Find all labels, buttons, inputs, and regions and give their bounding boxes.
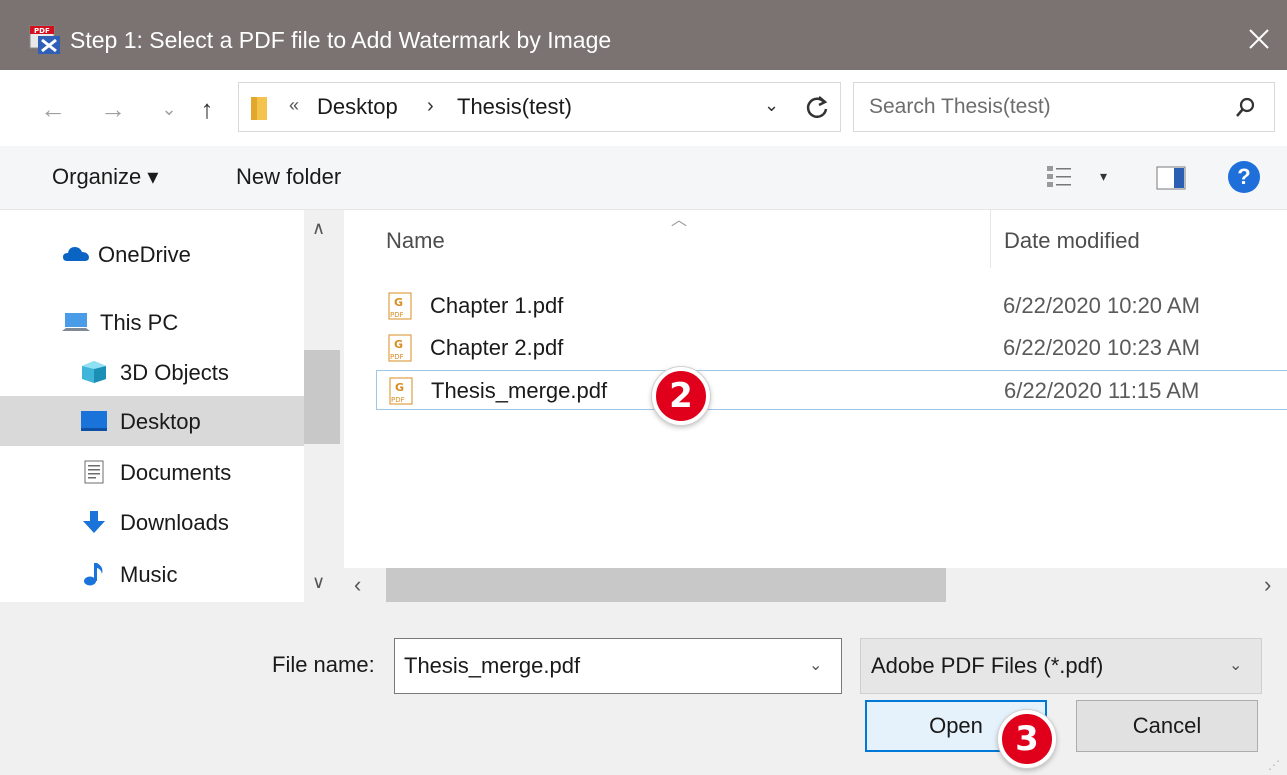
music-note-icon <box>84 563 103 586</box>
file-name: Chapter 1.pdf <box>430 293 564 318</box>
file-row[interactable]: G PDF Chapter 1.pdf 6/22/2020 10:20 AM <box>376 286 1287 326</box>
back-arrow-icon[interactable]: ← <box>38 94 68 124</box>
svg-text:PDF: PDF <box>391 396 405 404</box>
help-icon[interactable]: ? <box>1228 161 1260 193</box>
breadcrumb-desktop[interactable]: Desktop <box>317 94 398 120</box>
nav-item-label: 3D Objects <box>120 360 229 385</box>
scroll-down-icon[interactable]: ∨ <box>312 572 325 593</box>
view-dropdown-icon[interactable]: ▾ <box>1100 168 1107 185</box>
file-name: Chapter 2.pdf <box>430 335 564 360</box>
resize-grip-icon[interactable]: ⋰ <box>1268 758 1280 772</box>
scroll-right-icon[interactable]: › <box>1264 572 1271 598</box>
sort-ascending-icon: ︿ <box>671 212 688 229</box>
dialog-footer: File name: ⌄ Adobe PDF Files (*.pdf) ⌄ O… <box>0 602 1287 775</box>
scroll-left-icon[interactable]: ‹ <box>354 572 361 598</box>
file-row-selected[interactable]: G PDF Thesis_merge.pdf 6/22/2020 11:15 A… <box>376 370 1287 410</box>
file-type-label: Adobe PDF Files (*.pdf) <box>871 653 1104 678</box>
svg-text:PDF: PDF <box>34 27 50 35</box>
command-toolbar: Organize ▾ New folder ▾ ? <box>0 146 1287 210</box>
up-arrow-icon[interactable]: ↑ <box>192 94 222 124</box>
nav-item-3d-objects[interactable]: 3D Objects <box>0 348 304 396</box>
download-arrow-icon <box>83 511 105 533</box>
file-name-field[interactable]: ⌄ <box>394 638 842 694</box>
nav-item-label: Downloads <box>120 510 229 535</box>
address-bar[interactable]: « Desktop › Thesis(test) ⌄ <box>238 82 841 132</box>
nav-item-onedrive[interactable]: OneDrive <box>0 230 304 278</box>
nav-scrollbar[interactable]: ∧ ∨ <box>304 210 340 602</box>
title-bar: PDF Step 1: Select a PDF file to Add Wat… <box>0 0 1287 70</box>
breadcrumb-separator-icon[interactable]: › <box>427 95 434 118</box>
pdf-file-icon: G PDF <box>388 292 412 320</box>
scrollbar-thumb[interactable] <box>386 568 946 602</box>
search-icon[interactable] <box>1234 95 1258 119</box>
cube-icon <box>82 361 106 383</box>
scroll-up-icon[interactable]: ∧ <box>312 218 325 239</box>
nav-item-downloads[interactable]: Downloads <box>0 498 304 546</box>
step-2-badge: 2 <box>652 367 710 425</box>
new-folder-button[interactable]: New folder <box>236 164 341 190</box>
navigation-pane: OneDrive This PC 3D Objects Desktop Docu… <box>0 210 340 602</box>
nav-item-label: Documents <box>120 460 232 485</box>
organize-button[interactable]: Organize ▾ <box>52 164 158 190</box>
column-header-date-modified[interactable]: Date modified <box>1004 228 1140 254</box>
file-row[interactable]: G PDF Chapter 2.pdf 6/22/2020 10:23 AM <box>376 328 1287 368</box>
preview-pane-icon[interactable] <box>1156 166 1186 190</box>
nav-item-desktop[interactable]: Desktop <box>0 396 304 446</box>
nav-item-label: Music <box>120 562 178 587</box>
column-divider[interactable] <box>990 210 991 268</box>
svg-text:G: G <box>395 381 404 394</box>
file-name-label: File name: <box>272 652 375 677</box>
folder-icon <box>251 97 267 120</box>
close-icon[interactable] <box>1244 24 1274 54</box>
svg-text:G: G <box>394 338 403 351</box>
nav-item-music[interactable]: Music <box>0 550 304 598</box>
view-details-icon[interactable] <box>1046 164 1072 190</box>
cancel-button[interactable]: Cancel <box>1076 700 1258 752</box>
file-list: ︿ Name Date modified G PDF Chapter 1.pdf… <box>344 210 1287 602</box>
address-row: ← → ⌄ ↑ « Desktop › Thesis(test) ⌄ <box>0 70 1287 146</box>
refresh-icon[interactable] <box>802 92 832 122</box>
file-type-select[interactable]: Adobe PDF Files (*.pdf) ⌄ <box>860 638 1262 694</box>
column-header-name[interactable]: Name <box>386 228 445 254</box>
document-icon <box>84 460 104 484</box>
nav-item-label: Desktop <box>120 409 201 434</box>
scrollbar-thumb[interactable] <box>304 350 340 444</box>
computer-icon <box>62 313 90 331</box>
desktop-icon <box>81 411 107 431</box>
file-list-scrollbar[interactable]: ‹ › <box>344 568 1287 602</box>
chevron-down-icon[interactable]: ⌄ <box>809 655 822 675</box>
file-name-input[interactable] <box>396 640 796 692</box>
breadcrumb-overflow-icon[interactable]: « <box>289 95 299 116</box>
pdf-tool-icon: PDF <box>29 25 60 54</box>
address-dropdown-icon[interactable]: ⌄ <box>764 95 779 116</box>
file-date: 6/22/2020 11:15 AM <box>1004 378 1200 403</box>
chevron-down-icon[interactable]: ⌄ <box>1229 655 1242 675</box>
step-3-badge: 3 <box>998 710 1056 768</box>
search-input[interactable] <box>855 84 1225 130</box>
forward-arrow-icon[interactable]: → <box>98 94 128 124</box>
file-name: Thesis_merge.pdf <box>431 378 608 403</box>
nav-item-this-pc[interactable]: This PC <box>0 298 304 346</box>
svg-text:PDF: PDF <box>390 353 404 361</box>
file-date: 6/22/2020 10:23 AM <box>1003 335 1200 360</box>
search-box[interactable] <box>853 82 1275 132</box>
pdf-file-icon: G PDF <box>388 334 412 362</box>
nav-item-label: OneDrive <box>98 242 191 267</box>
svg-text:G: G <box>394 296 403 309</box>
nav-item-label: This PC <box>100 310 179 335</box>
file-date: 6/22/2020 10:20 AM <box>1003 293 1200 318</box>
nav-item-documents[interactable]: Documents <box>0 448 304 496</box>
window-title: Step 1: Select a PDF file to Add Waterma… <box>70 27 612 53</box>
recent-locations-chevron-icon[interactable]: ⌄ <box>160 94 178 124</box>
cloud-icon <box>63 247 89 261</box>
breadcrumb-thesis-test[interactable]: Thesis(test) <box>457 94 572 120</box>
svg-text:PDF: PDF <box>390 311 404 319</box>
pdf-file-icon: G PDF <box>389 377 413 405</box>
